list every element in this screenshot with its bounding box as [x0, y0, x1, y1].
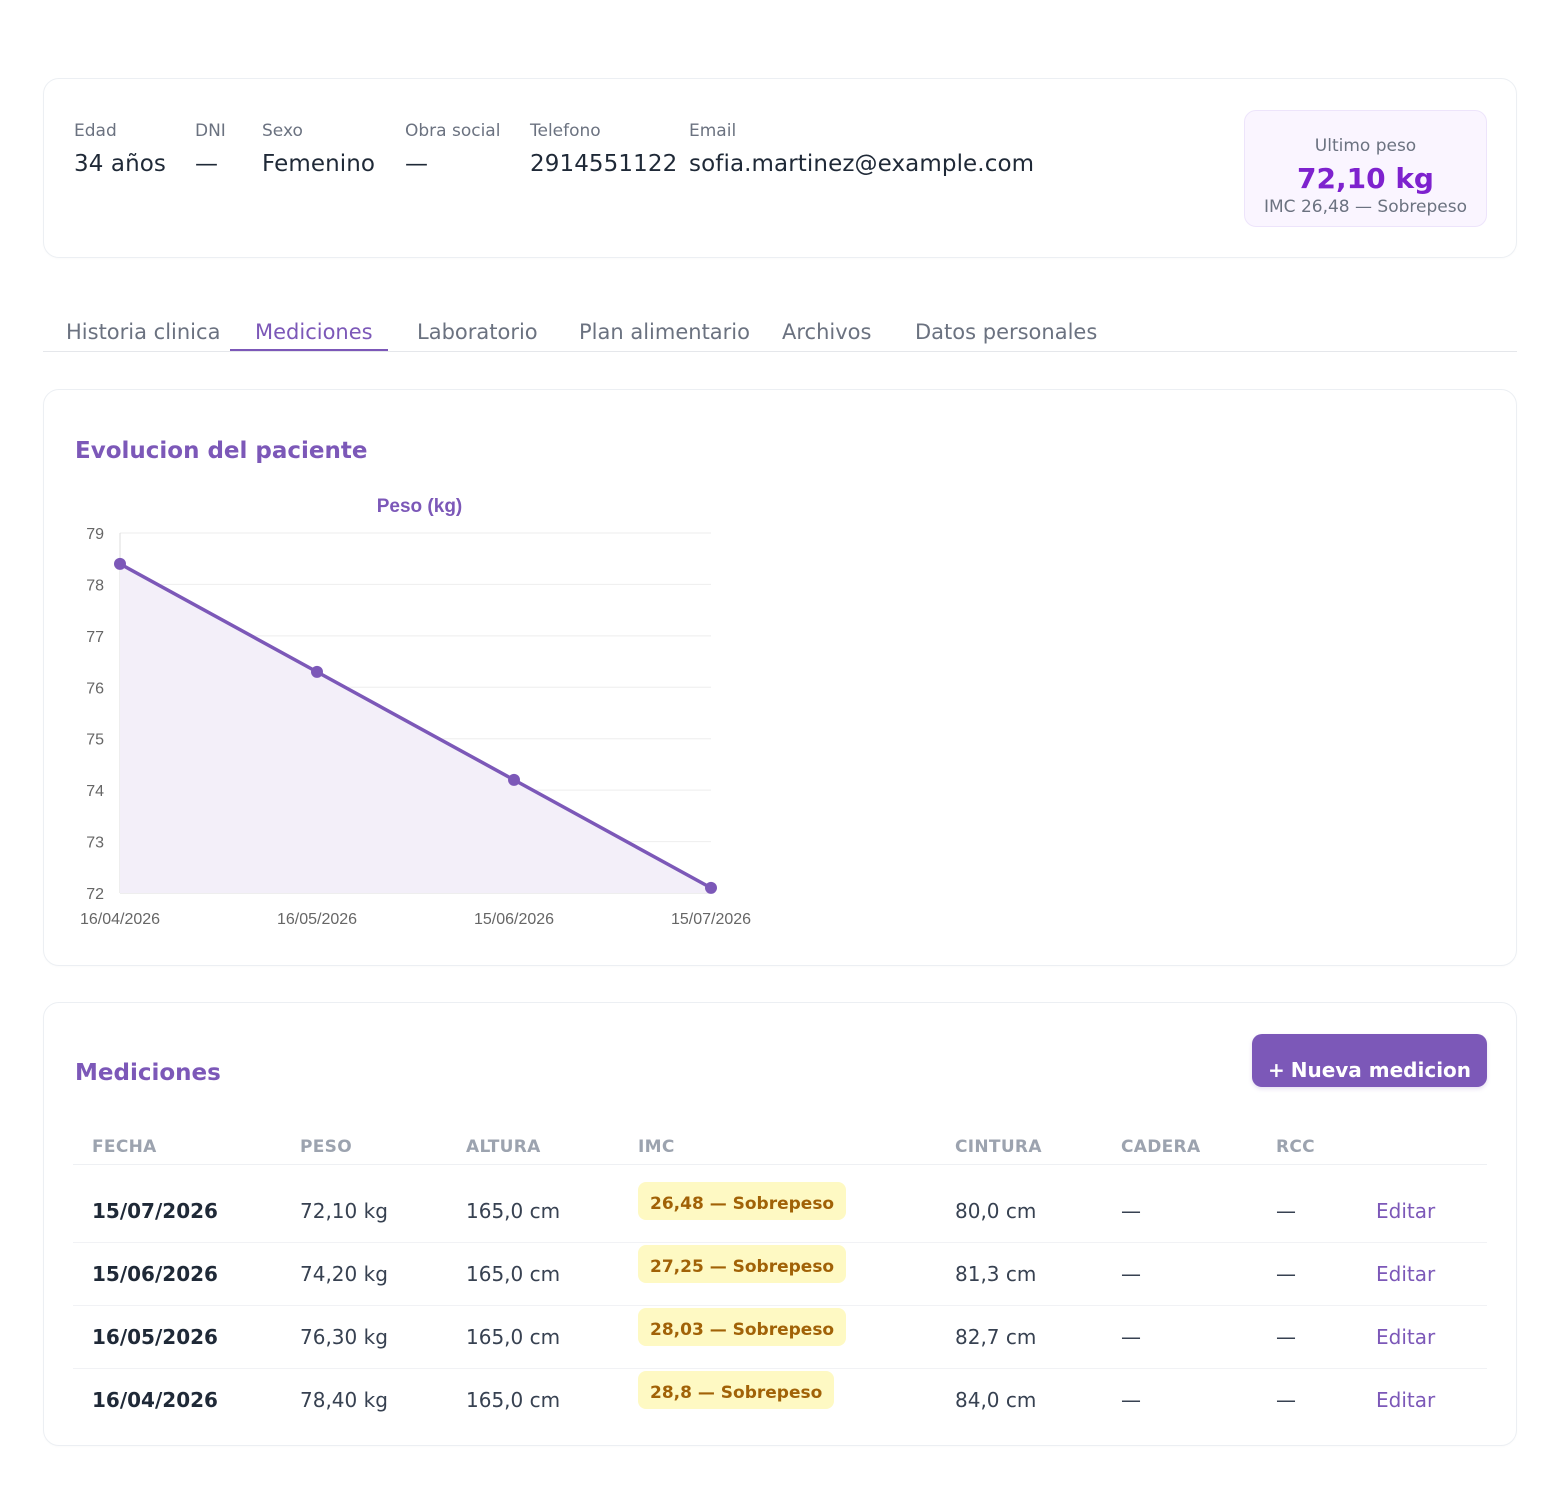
measurements-title: Mediciones [75, 1060, 221, 1086]
new-measurement-label: Nueva medicion [1290, 1057, 1472, 1082]
column-header-imc[interactable]: IMC [638, 1137, 675, 1157]
y-tick-label: 73 [86, 835, 104, 852]
y-tick-label: 75 [86, 732, 104, 749]
cell-cintura: 80,0 cm [955, 1199, 1037, 1223]
cell-rcc: — [1276, 1325, 1296, 1349]
cell-cadera: — [1121, 1262, 1141, 1286]
y-tick-label: 77 [86, 629, 104, 646]
data-point [114, 557, 126, 570]
evolution-card: Evolucion del paciente Peso (kg) 72 73 74 75… [43, 389, 1517, 966]
cell-peso: 72,10 kg [300, 1199, 388, 1223]
field-label: Obra social [405, 121, 501, 141]
x-tick-label: 15/07/2026 [671, 911, 751, 928]
edit-link[interactable]: Editar [1376, 1262, 1435, 1286]
y-tick-label: 74 [86, 783, 104, 800]
edit-link[interactable]: Editar [1376, 1325, 1435, 1349]
cell-altura: 165,0 cm [466, 1199, 561, 1223]
field-obra-social: Obra social — [405, 121, 500, 177]
table-row: 15/07/2026 72,10 kg 165,0 cm 26,48 — Sob… [73, 1180, 1487, 1243]
cell-cadera: — [1121, 1199, 1141, 1223]
field-value: Femenino [262, 151, 376, 177]
field-value: — [195, 151, 219, 177]
cell-altura: 165,0 cm [466, 1262, 561, 1286]
cell-rcc: — [1276, 1199, 1296, 1223]
tab-laboratorio[interactable]: Laboratorio [417, 320, 538, 344]
column-header-cadera[interactable]: CADERA [1121, 1137, 1200, 1157]
tab-mediciones[interactable]: Mediciones [255, 320, 373, 344]
cell-rcc: — [1276, 1388, 1296, 1412]
cell-cadera: — [1121, 1325, 1141, 1349]
table-row: 16/04/2026 78,40 kg 165,0 cm 28,8 — Sobr… [73, 1369, 1487, 1432]
cell-fecha: 15/06/2026 [92, 1262, 218, 1286]
cell-cadera: — [1121, 1388, 1141, 1412]
tab-datos-personales[interactable]: Datos personales [915, 320, 1097, 344]
field-value: — [405, 151, 429, 177]
field-label: Edad [74, 121, 117, 141]
edit-link[interactable]: Editar [1376, 1388, 1435, 1412]
plus-icon: + [1267, 1057, 1285, 1082]
active-tab-indicator [230, 349, 388, 351]
table-row: 16/05/2026 76,30 kg 165,0 cm 28,03 — Sob… [73, 1306, 1487, 1369]
last-weight-value: 72,10 kg [1297, 162, 1434, 195]
data-point [311, 665, 323, 678]
field-sexo: Sexo Femenino [262, 121, 375, 177]
field-email: Email sofia.martinez@example.com [689, 121, 1034, 177]
column-header-peso[interactable]: PESO [300, 1137, 352, 1157]
field-label: DNI [195, 121, 226, 141]
y-tick-label: 72 [86, 886, 104, 903]
field-edad: Edad 34 años [74, 121, 166, 177]
cell-rcc: — [1276, 1262, 1296, 1286]
column-header-cintura[interactable]: CINTURA [955, 1137, 1042, 1157]
cell-cintura: 81,3 cm [955, 1262, 1037, 1286]
weight-chart: Peso (kg) 72 73 74 75 76 77 78 79 16/04/2026 16/05… [80, 496, 751, 928]
field-value: 34 años [74, 151, 167, 177]
new-measurement-button[interactable]: + Nueva medicion [1252, 1034, 1487, 1087]
column-header-rcc[interactable]: RCC [1276, 1137, 1315, 1157]
data-point [705, 881, 717, 894]
column-header-altura[interactable]: ALTURA [466, 1137, 541, 1157]
field-telefono: Telefono 2914551122 [530, 121, 677, 177]
edit-link[interactable]: Editar [1376, 1199, 1435, 1223]
tab-historia-clinica[interactable]: Historia clinica [66, 320, 220, 344]
imc-badge: 28,03 — Sobrepeso [638, 1308, 847, 1346]
cell-peso: 76,30 kg [300, 1325, 388, 1349]
table-header: FECHA PESO ALTURA IMC CINTURA CADERA RCC [73, 1135, 1487, 1165]
imc-badge: 28,8 — Sobrepeso [638, 1371, 835, 1409]
field-value: sofia.martinez@example.com [689, 151, 1035, 177]
cell-altura: 165,0 cm [466, 1388, 561, 1412]
data-point [508, 773, 520, 786]
cell-fecha: 16/04/2026 [92, 1388, 218, 1412]
imc-badge: 27,25 — Sobrepeso [638, 1245, 847, 1283]
y-tick-label: 79 [86, 526, 104, 543]
field-label: Telefono [530, 121, 601, 141]
tab-bar: Historia clinica Mediciones Laboratorio … [43, 314, 1517, 352]
field-value: 2914551122 [530, 151, 678, 177]
cell-altura: 165,0 cm [466, 1325, 561, 1349]
patient-info-card: Edad 34 años DNI — Sexo Femenino Obra so… [43, 78, 1517, 258]
chart-title: Peso (kg) [377, 496, 463, 517]
cell-peso: 74,20 kg [300, 1262, 388, 1286]
x-tick-label: 16/05/2026 [277, 911, 357, 928]
y-tick-label: 76 [86, 680, 104, 697]
cell-peso: 78,40 kg [300, 1388, 388, 1412]
last-weight-label: Ultimo peso [1314, 136, 1417, 156]
column-header-fecha[interactable]: FECHA [92, 1137, 157, 1157]
cell-fecha: 16/05/2026 [92, 1325, 218, 1349]
field-label: Email [689, 121, 737, 141]
last-weight-imc: IMC 26,48 — Sobrepeso [1264, 197, 1467, 217]
last-weight-panel: Ultimo peso 72,10 kg IMC 26,48 — Sobrepe… [1244, 110, 1487, 227]
x-tick-label: 15/06/2026 [474, 911, 554, 928]
cell-cintura: 84,0 cm [955, 1388, 1037, 1412]
y-tick-label: 78 [86, 577, 104, 594]
cell-cintura: 82,7 cm [955, 1325, 1037, 1349]
imc-badge: 26,48 — Sobrepeso [638, 1182, 847, 1220]
field-label: Sexo [262, 121, 303, 141]
tab-plan-alimentario[interactable]: Plan alimentario [579, 320, 750, 344]
x-tick-label: 16/04/2026 [80, 911, 160, 928]
measurements-card: Mediciones + Nueva medicion FECHA PESO AL… [43, 1002, 1517, 1446]
field-dni: DNI — [195, 121, 226, 177]
tab-archivos[interactable]: Archivos [782, 320, 871, 344]
table-row: 15/06/2026 74,20 kg 165,0 cm 27,25 — Sob… [73, 1243, 1487, 1306]
cell-fecha: 15/07/2026 [92, 1199, 218, 1223]
